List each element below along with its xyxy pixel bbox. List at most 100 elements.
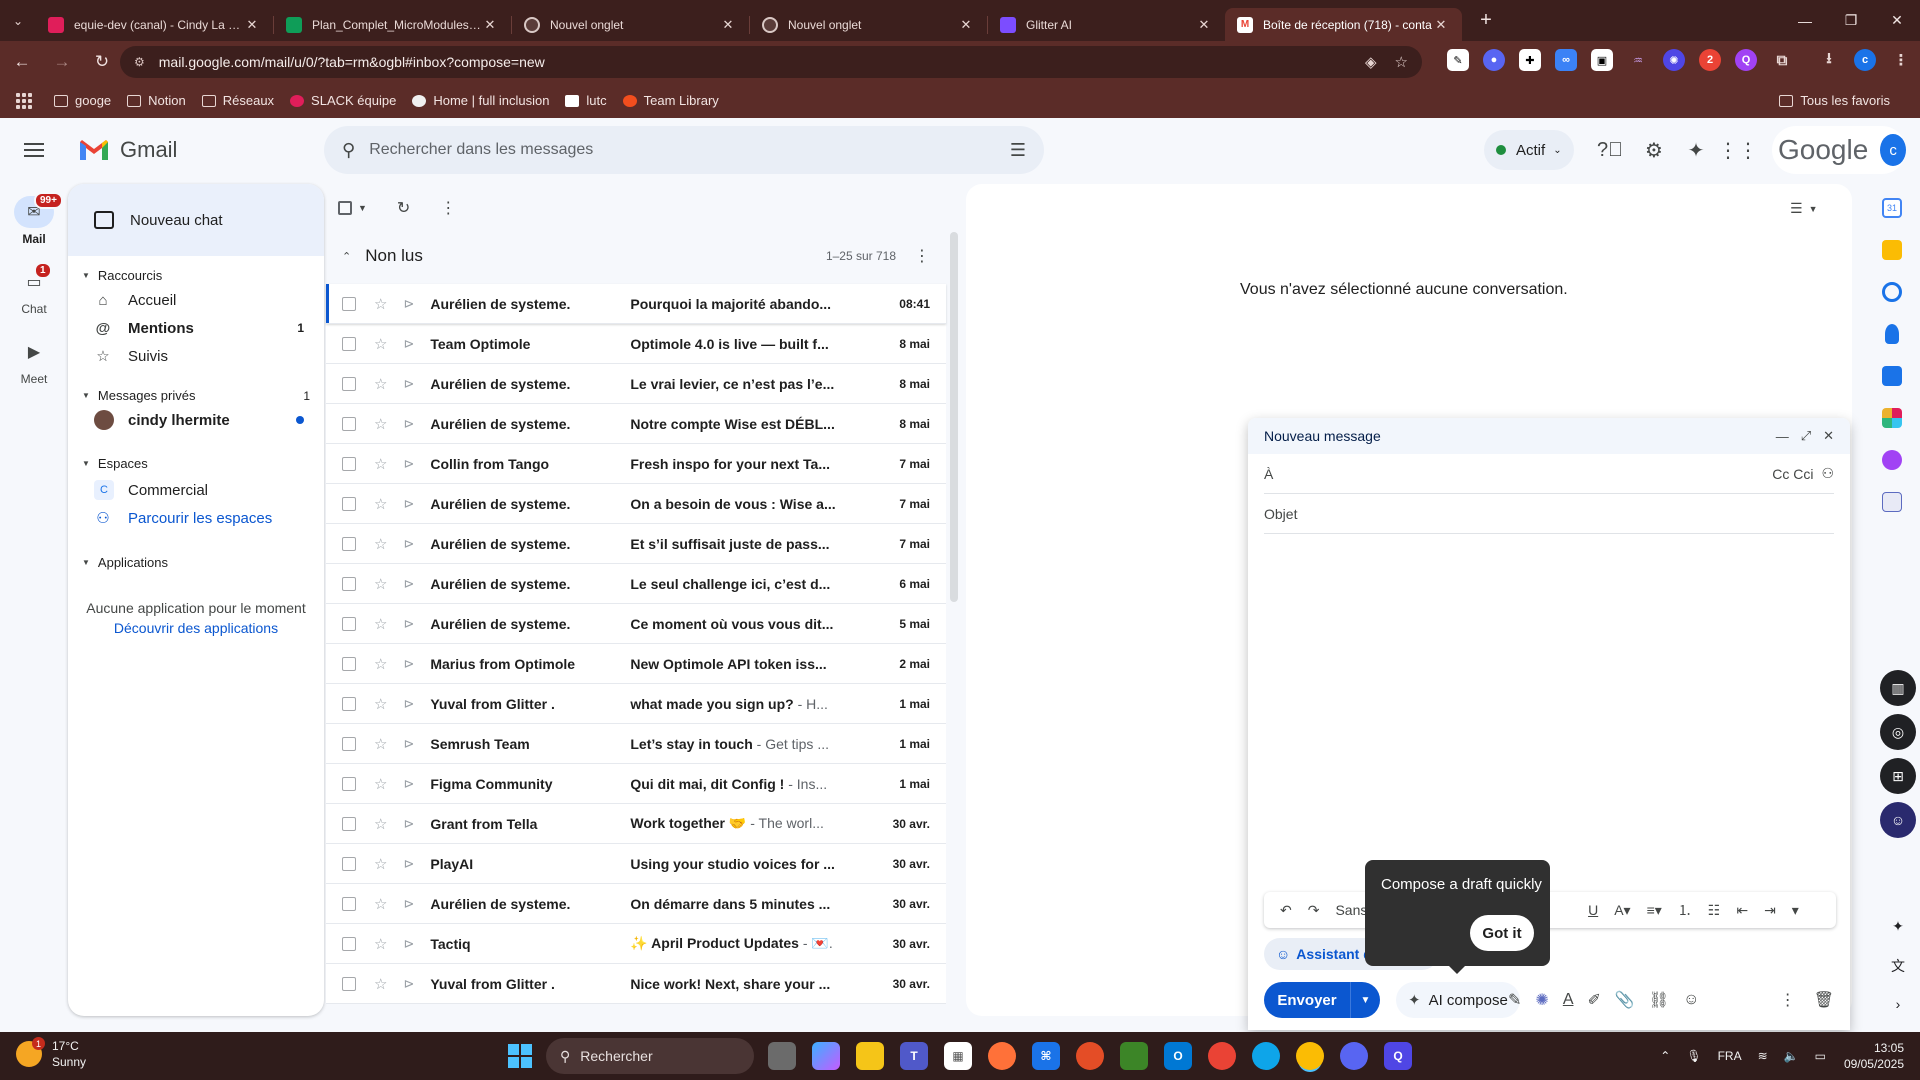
mail-row[interactable]: ☆ ⊳ Aurélien de systeme. On a besoin de vou…: [326, 484, 946, 524]
app-icon[interactable]: ⌘: [1032, 1042, 1060, 1070]
mail-row[interactable]: ☆ ⊳ Collin from Tango Fresh inspo for your …: [326, 444, 946, 484]
minecraft-icon[interactable]: [1120, 1042, 1148, 1070]
important-marker-icon[interactable]: ⊳: [403, 576, 414, 592]
more-vert-icon[interactable]: ⋮: [440, 198, 456, 218]
star-icon[interactable]: ☆: [374, 935, 387, 953]
spaces-section-header[interactable]: ▼ Espaces: [82, 456, 310, 471]
important-marker-icon[interactable]: ⊳: [403, 776, 414, 792]
indent-less-icon[interactable]: ⇤: [1736, 902, 1748, 919]
browser-tab-4[interactable]: Glitter AI ✕: [988, 8, 1225, 41]
add-recipient-icon[interactable]: ⚇: [1821, 465, 1834, 482]
profile-avatar[interactable]: c: [1854, 49, 1876, 71]
bookmark-folder[interactable]: Réseaux: [201, 93, 274, 108]
important-marker-icon[interactable]: ⊳: [403, 416, 414, 432]
important-marker-icon[interactable]: ⊳: [403, 976, 414, 992]
mail-row[interactable]: ☆ ⊳ Figma Community Qui dit mai, dit Config…: [326, 764, 946, 804]
reload-icon[interactable]: ↻: [84, 44, 120, 80]
section-more-icon[interactable]: ⋮: [914, 246, 930, 266]
row-checkbox[interactable]: [342, 776, 356, 791]
volume-icon[interactable]: 🔈: [1784, 1049, 1799, 1063]
addon-icon[interactable]: [1882, 450, 1902, 470]
row-checkbox[interactable]: [342, 416, 356, 431]
pen-icon[interactable]: ✐: [1587, 990, 1600, 1010]
gemini-sparkle-icon[interactable]: ✦: [1680, 134, 1712, 166]
close-icon[interactable]: ✕: [1823, 428, 1834, 444]
browser-tab-5-active[interactable]: M Boîte de réception (718) - conta ✕: [1225, 8, 1462, 41]
extension-icon[interactable]: 2: [1699, 49, 1721, 71]
discard-draft-icon[interactable]: 🗑: [1814, 990, 1834, 1010]
mail-row[interactable]: ☆ ⊳ Aurélien de systeme. On démarre dans 5 …: [326, 884, 946, 924]
formatting-options-icon[interactable]: A: [1563, 991, 1574, 1009]
mail-row[interactable]: ☆ ⊳ Grant from Tella Work together 🤝 - The …: [326, 804, 946, 844]
compose-header[interactable]: Nouveau message — ⤢ ✕: [1248, 418, 1850, 454]
mail-row[interactable]: ☆ ⊳ Aurélien de systeme. Pourquoi la majori…: [326, 284, 946, 324]
redo-icon[interactable]: ↷: [1308, 902, 1320, 919]
taskbar-search[interactable]: ⚲ Rechercher: [546, 1038, 754, 1074]
extension-icon[interactable]: ✎: [1447, 49, 1469, 71]
more-options-icon[interactable]: ⋮: [1780, 990, 1796, 1010]
firefox-icon[interactable]: [988, 1042, 1016, 1070]
dm-contact[interactable]: cindy lhermite: [94, 406, 304, 434]
select-all-checkbox[interactable]: [338, 201, 352, 215]
apps-section-header[interactable]: ▼ Applications: [82, 555, 310, 570]
bookmark-link[interactable]: lutc: [565, 93, 607, 108]
row-checkbox[interactable]: [342, 296, 356, 311]
edge-icon[interactable]: [1252, 1042, 1280, 1070]
extension-icon[interactable]: ∞: [1555, 49, 1577, 71]
translate-icon[interactable]: 文: [1880, 948, 1916, 984]
list-scrollbar[interactable]: [950, 232, 958, 602]
extension-icon[interactable]: ●: [1483, 49, 1505, 71]
mail-row[interactable]: ☆ ⊳ Yuval from Glitter . what made you sign…: [326, 684, 946, 724]
text-color-icon[interactable]: A▾: [1614, 902, 1630, 919]
star-icon[interactable]: ☆: [374, 775, 387, 793]
calendar-icon[interactable]: 31: [1882, 198, 1902, 218]
row-checkbox[interactable]: [342, 976, 356, 991]
gmail-logo[interactable]: Gmail: [78, 137, 177, 163]
important-marker-icon[interactable]: ⊳: [403, 616, 414, 632]
star-icon[interactable]: ☆: [374, 695, 387, 713]
star-icon[interactable]: ☆: [374, 455, 387, 473]
important-marker-icon[interactable]: ⊳: [403, 296, 414, 312]
minimize-icon[interactable]: —: [1782, 0, 1828, 41]
align-icon[interactable]: ≡▾: [1647, 902, 1662, 919]
discover-apps-link[interactable]: Découvrir des applications: [68, 618, 324, 638]
shortcut-mentions[interactable]: @ Mentions 1: [94, 314, 304, 342]
new-tab-button[interactable]: +: [1468, 9, 1504, 32]
tasks-icon[interactable]: [1882, 282, 1902, 302]
important-marker-icon[interactable]: ⊳: [403, 656, 414, 672]
split-pane-toggle[interactable]: ☰ ▼: [1790, 200, 1817, 217]
important-marker-icon[interactable]: ⊳: [403, 696, 414, 712]
extensions-puzzle-icon[interactable]: ⧉: [1771, 49, 1793, 71]
site-info-icon[interactable]: ⚙: [134, 55, 145, 69]
undo-icon[interactable]: ↶: [1280, 902, 1292, 919]
star-icon[interactable]: ☆: [374, 855, 387, 873]
more-formatting-icon[interactable]: ▾: [1792, 902, 1799, 919]
bookmark-star-icon[interactable]: ☆: [1395, 53, 1408, 71]
important-marker-icon[interactable]: ⊳: [403, 336, 414, 352]
link-icon[interactable]: ⛓: [1649, 990, 1669, 1010]
important-marker-icon[interactable]: ⊳: [403, 736, 414, 752]
bulleted-list-icon[interactable]: ☷: [1708, 902, 1721, 919]
dm-section-header[interactable]: ▼ Messages privés 1: [82, 388, 310, 403]
addon-icon[interactable]: [1882, 492, 1902, 512]
indent-more-icon[interactable]: ⇥: [1764, 902, 1776, 919]
space-item[interactable]: C Commercial: [94, 476, 304, 504]
star-icon[interactable]: ☆: [374, 895, 387, 913]
select-dropdown-icon[interactable]: ▼: [358, 203, 367, 213]
url-text[interactable]: mail.google.com/mail/u/0/?tab=rm&ogbl#in…: [159, 54, 1347, 70]
row-checkbox[interactable]: [342, 856, 356, 871]
extension-icon[interactable]: ▣: [1591, 49, 1613, 71]
send-options-icon[interactable]: ▼: [1350, 982, 1380, 1018]
battery-icon[interactable]: ▭: [1815, 1049, 1826, 1063]
status-selector[interactable]: Actif ⌄: [1484, 130, 1574, 170]
star-icon[interactable]: ☆: [374, 375, 387, 393]
numbered-list-icon[interactable]: ⒈: [1678, 900, 1692, 920]
important-marker-icon[interactable]: ⊳: [403, 536, 414, 552]
row-checkbox[interactable]: [342, 336, 356, 351]
bookmark-link[interactable]: SLACK équipe: [290, 93, 396, 108]
fullscreen-icon[interactable]: ⤢: [1801, 428, 1811, 444]
help-icon[interactable]: ?⃝: [1594, 134, 1626, 166]
important-marker-icon[interactable]: ⊳: [403, 456, 414, 472]
back-icon[interactable]: ←: [4, 44, 40, 80]
row-checkbox[interactable]: [342, 576, 356, 591]
